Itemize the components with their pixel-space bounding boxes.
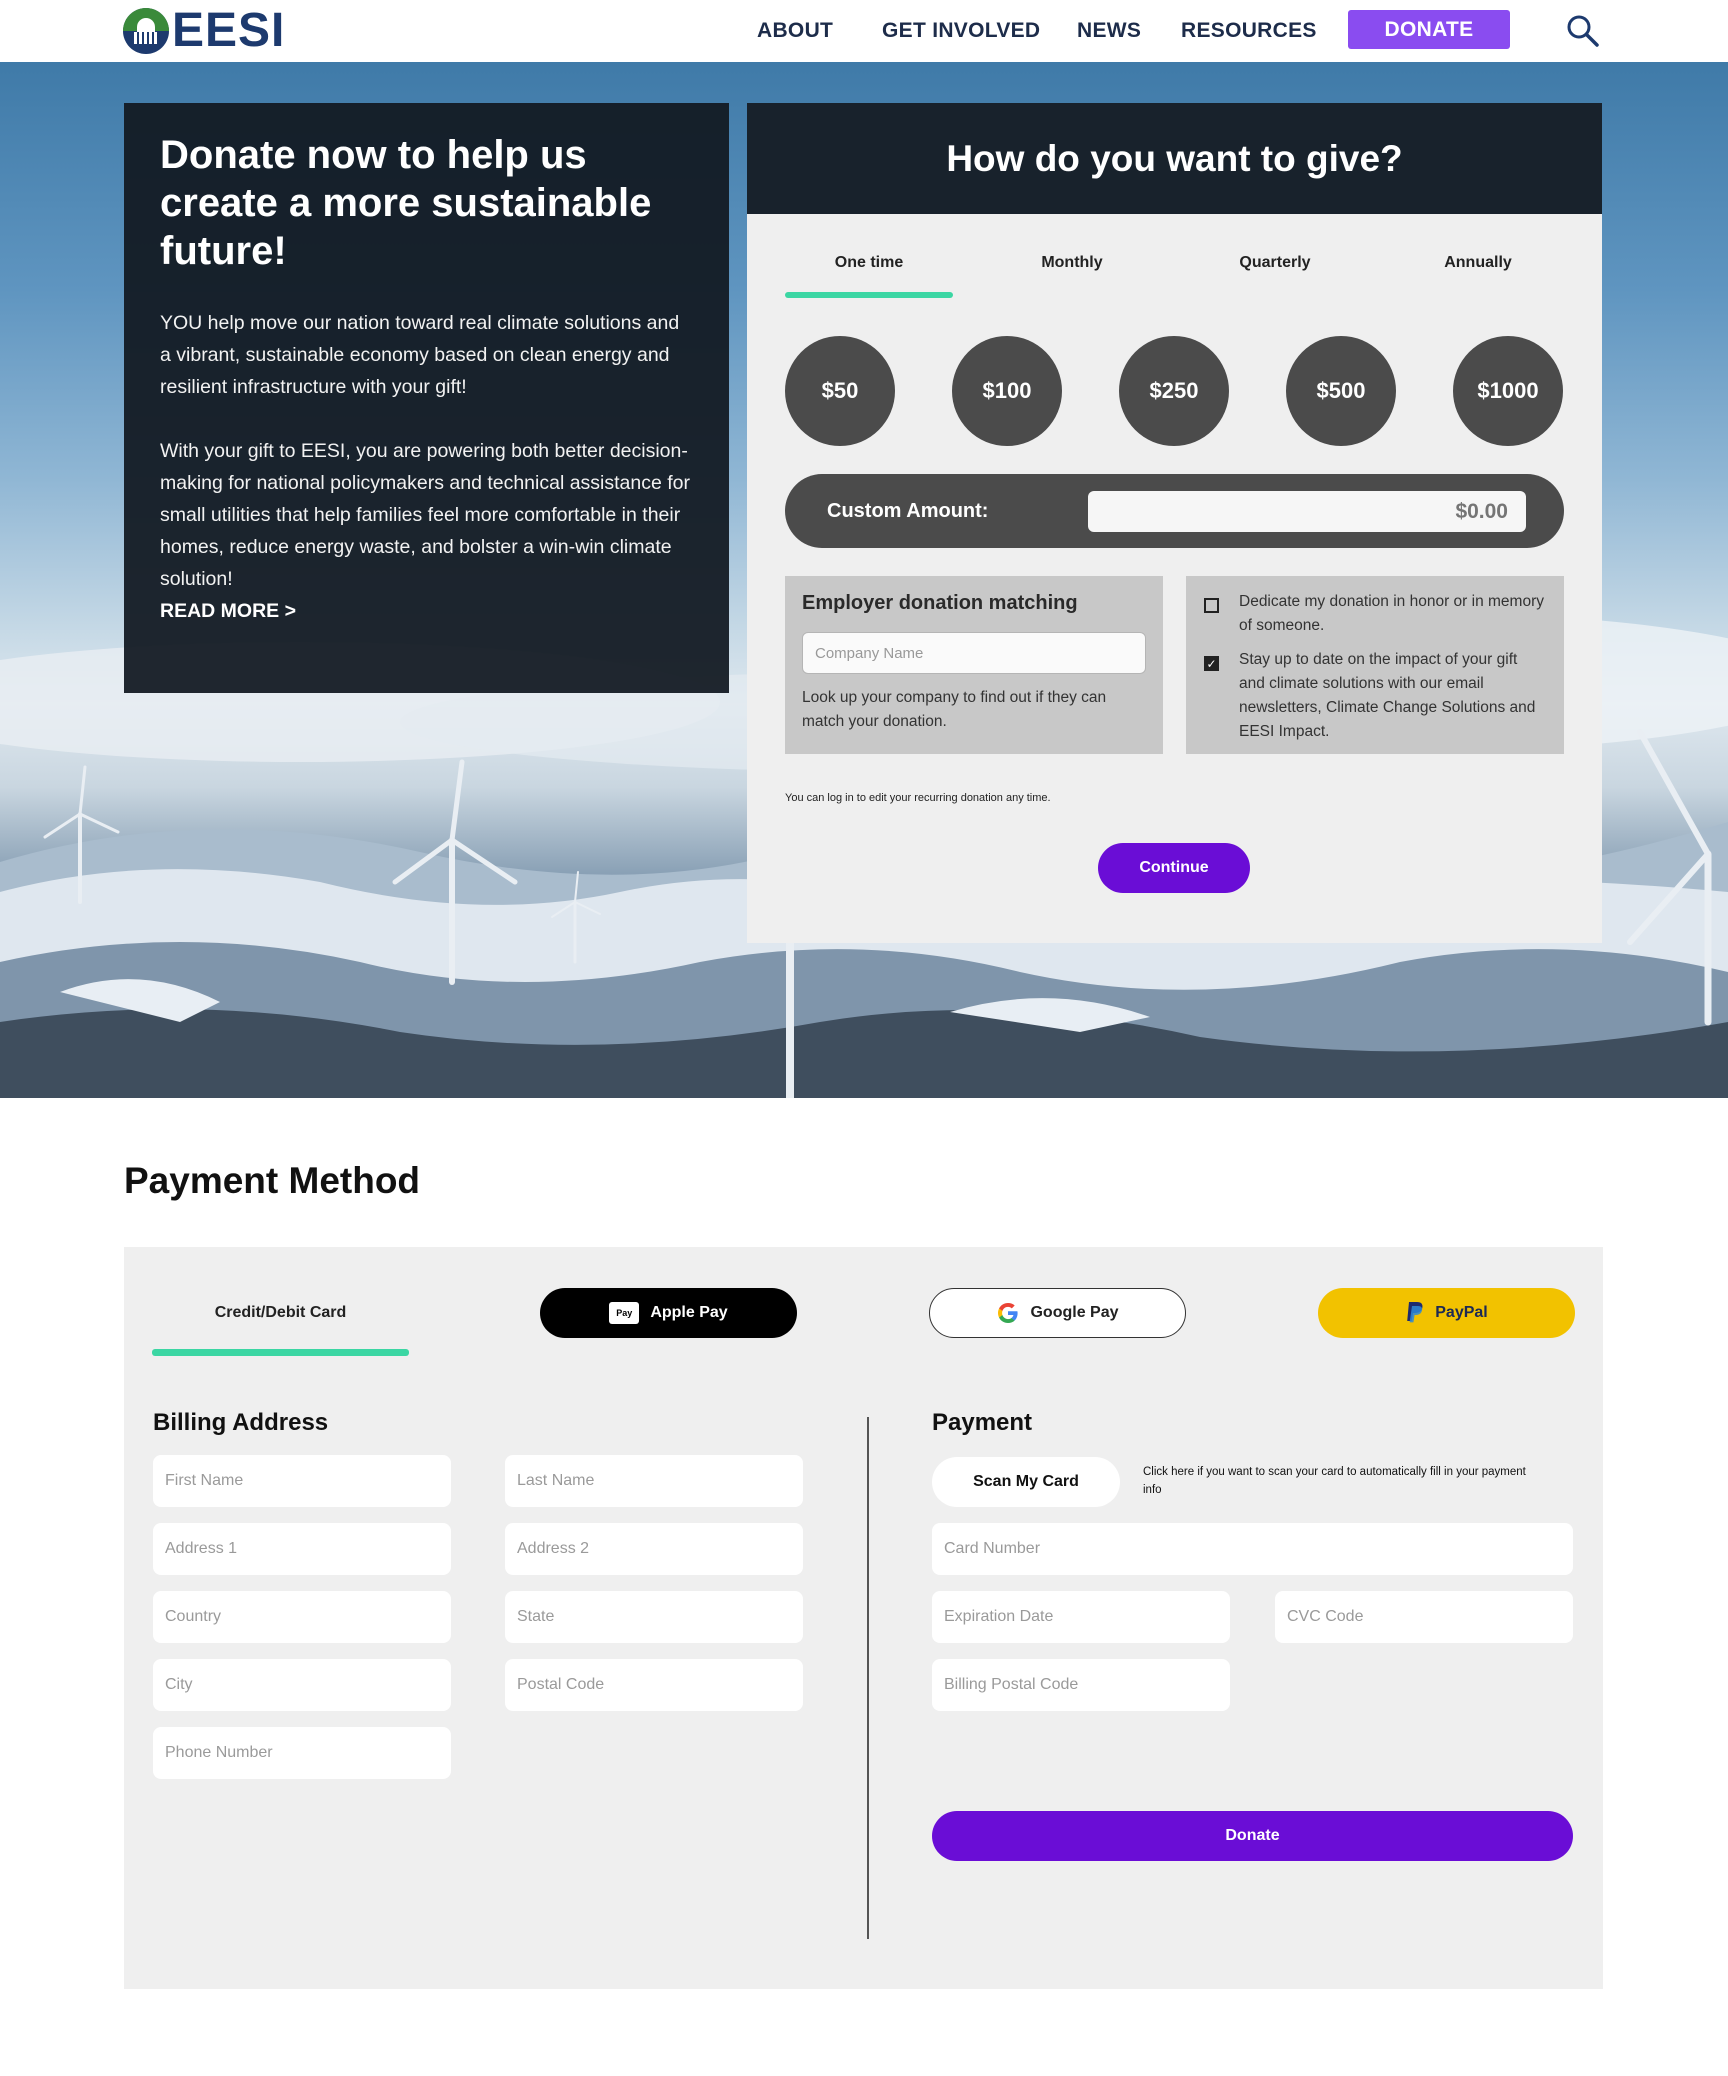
eesi-logo[interactable]: EESI xyxy=(123,4,286,57)
google-pay-label: Google Pay xyxy=(1030,1304,1119,1321)
intro-paragraph-1: YOU help move our nation toward real cli… xyxy=(160,312,680,398)
employer-matching-box: Employer donation matching Look up your … xyxy=(785,576,1163,754)
intro-panel: Donate now to help us create a more sust… xyxy=(124,103,729,693)
custom-amount-input[interactable] xyxy=(1088,491,1526,532)
nav-get-involved[interactable]: GET INVOLVED xyxy=(882,0,1040,62)
card-number-field[interactable] xyxy=(932,1523,1573,1575)
intro-title: Donate now to help us create a more sust… xyxy=(160,133,652,273)
state-field[interactable] xyxy=(505,1591,803,1643)
tab-monthly[interactable]: Monthly xyxy=(988,254,1156,272)
paypal-icon xyxy=(1407,1302,1423,1323)
payment-method-title: Payment Method xyxy=(124,1160,421,1201)
dedicate-label: Dedicate my donation in honor or in memo… xyxy=(1239,593,1544,634)
newsletter-label: Stay up to date on the impact of your gi… xyxy=(1239,651,1536,740)
expiration-date-field[interactable] xyxy=(932,1591,1230,1643)
amount-500-button[interactable]: $500 xyxy=(1286,336,1396,446)
amount-100-button[interactable]: $100 xyxy=(952,336,1062,446)
frequency-tabs: One time Monthly Quarterly Annually xyxy=(785,214,1565,298)
nav-resources[interactable]: RESOURCES xyxy=(1181,0,1317,62)
billing-postal-code-field[interactable] xyxy=(932,1659,1230,1711)
recurring-note: You can log in to edit your recurring do… xyxy=(785,792,1051,804)
google-pay-button[interactable]: Google Pay xyxy=(929,1288,1186,1338)
logo-text: EESI xyxy=(172,4,286,57)
country-field[interactable] xyxy=(153,1591,451,1643)
tab-quarterly[interactable]: Quarterly xyxy=(1191,254,1359,272)
nav-about[interactable]: ABOUT xyxy=(757,0,833,62)
tab-one-time[interactable]: One time xyxy=(785,254,953,272)
cvc-code-field[interactable] xyxy=(1275,1591,1573,1643)
scan-card-note: Click here if you want to scan your card… xyxy=(1143,1466,1526,1496)
apple-pay-button[interactable]: Pay Apple Pay xyxy=(540,1288,797,1338)
amount-1000-button[interactable]: $1000 xyxy=(1453,336,1563,446)
apple-pay-label: Apple Pay xyxy=(650,1304,728,1321)
apple-pay-icon: Pay xyxy=(609,1302,640,1324)
donation-form-panel: How do you want to give? One time Monthl… xyxy=(747,103,1602,943)
capitol-logo-icon xyxy=(123,8,169,54)
nav-news[interactable]: NEWS xyxy=(1077,0,1141,62)
section-divider xyxy=(867,1417,869,1939)
amount-250-button[interactable]: $250 xyxy=(1119,336,1229,446)
address1-field[interactable] xyxy=(153,1523,451,1575)
give-heading: How do you want to give? xyxy=(747,103,1602,214)
continue-button[interactable]: Continue xyxy=(1098,843,1250,893)
billing-address-title: Billing Address xyxy=(153,1409,329,1436)
last-name-field[interactable] xyxy=(505,1455,803,1507)
dedicate-option: Dedicate my donation in honor or in memo… xyxy=(1204,590,1546,638)
employer-matching-help: Look up your company to find out if they… xyxy=(802,689,1107,730)
payment-panel: Credit/Debit Card Pay Apple Pay Google P… xyxy=(124,1247,1603,1989)
employer-matching-title: Employer donation matching xyxy=(802,592,1078,614)
scan-card-button[interactable]: Scan My Card xyxy=(932,1457,1120,1507)
paypal-button[interactable]: PayPal xyxy=(1318,1288,1575,1338)
header-donate-button[interactable]: DONATE xyxy=(1348,10,1510,49)
hero-section: Donate now to help us create a more sust… xyxy=(0,62,1728,1098)
dedicate-checkbox[interactable] xyxy=(1204,598,1219,613)
tab-credit-card[interactable]: Credit/Debit Card xyxy=(152,1288,409,1338)
company-name-input[interactable] xyxy=(802,632,1146,674)
selected-payment-indicator xyxy=(152,1349,409,1356)
phone-number-field[interactable] xyxy=(153,1727,451,1779)
custom-amount-row: Custom Amount: xyxy=(785,474,1564,548)
read-more-link[interactable]: READ MORE > xyxy=(160,595,693,627)
site-header: EESI ABOUT GET INVOLVED NEWS RESOURCES D… xyxy=(0,0,1728,62)
newsletter-checkbox[interactable]: ✓ xyxy=(1204,656,1219,671)
city-field[interactable] xyxy=(153,1659,451,1711)
address2-field[interactable] xyxy=(505,1523,803,1575)
donation-options-box: Dedicate my donation in honor or in memo… xyxy=(1186,576,1564,754)
paypal-label: PayPal xyxy=(1435,1304,1488,1321)
postal-code-field[interactable] xyxy=(505,1659,803,1711)
payment-title: Payment xyxy=(932,1409,1033,1436)
tab-annually[interactable]: Annually xyxy=(1394,254,1562,272)
search-icon[interactable] xyxy=(1566,14,1600,48)
intro-paragraph-2: With your gift to EESI, you are powering… xyxy=(160,440,691,590)
selected-tab-indicator xyxy=(785,292,953,298)
first-name-field[interactable] xyxy=(153,1455,451,1507)
amount-50-button[interactable]: $50 xyxy=(785,336,895,446)
donate-submit-button[interactable]: Donate xyxy=(932,1811,1573,1861)
newsletter-option: ✓ Stay up to date on the impact of your … xyxy=(1204,648,1546,744)
custom-amount-label: Custom Amount: xyxy=(827,499,989,522)
google-g-icon xyxy=(998,1303,1019,1323)
